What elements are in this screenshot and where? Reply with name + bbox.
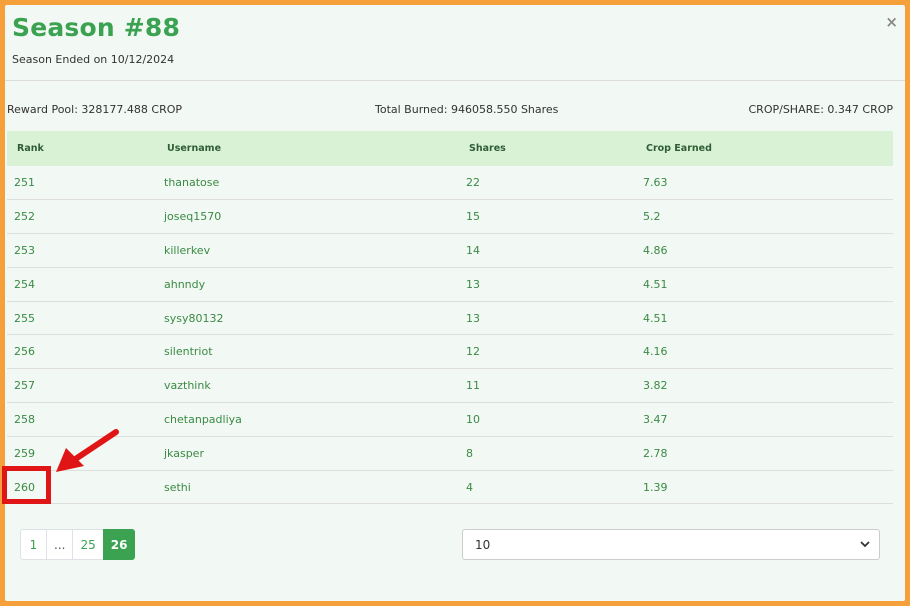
table-row: 258 chetanpadliya 10 3.47 (7, 402, 893, 437)
username-cell: chetanpadliya (157, 402, 459, 437)
shares-cell: 11 (459, 368, 636, 404)
shares-cell: 14 (459, 233, 636, 268)
page-size-value: 10 (475, 537, 491, 552)
username-cell: thanatose (157, 166, 459, 201)
shares-cell: 10 (459, 402, 636, 437)
total-burned: Total Burned: 946058.550 Shares (375, 103, 559, 116)
season-end-date: Season Ended on 10/12/2024 (12, 53, 175, 66)
rank-cell: 256 (7, 334, 157, 370)
crop-per-share: CROP/SHARE: 0.347 CROP (748, 103, 894, 116)
shares-cell: 15 (459, 199, 636, 235)
header-crop-earned[interactable]: Crop Earned (636, 131, 893, 166)
crop-earned-cell: 2.78 (636, 436, 893, 471)
leaderboard-table: Rank Username Shares Crop Earned 251 tha… (7, 131, 893, 505)
page-ellipsis: ... (46, 529, 74, 560)
crop-earned-cell: 3.47 (636, 402, 893, 437)
table-header: Rank Username Shares Crop Earned (7, 131, 893, 166)
table-row: 257 vazthink 11 3.82 (7, 368, 893, 404)
crop-earned-cell: 3.82 (636, 368, 893, 404)
page-title: Season #88 (12, 13, 181, 42)
shares-cell: 12 (459, 334, 636, 370)
chevron-down-icon (860, 541, 870, 548)
table-row: 252 joseq1570 15 5.2 (7, 199, 893, 235)
shares-cell: 13 (459, 301, 636, 336)
table-row: 253 killerkev 14 4.86 (7, 233, 893, 268)
crop-earned-cell: 1.39 (636, 470, 893, 505)
username-cell: sethi (157, 470, 459, 505)
username-cell: killerkev (157, 233, 459, 268)
page-26-button[interactable]: 26 (102, 529, 136, 560)
annotation-arrow-icon (56, 429, 119, 472)
table-row: 254 ahnndy 13 4.51 (7, 267, 893, 302)
table-row: 251 thanatose 22 7.63 (7, 166, 893, 201)
rank-cell: 255 (7, 301, 157, 336)
username-cell: jkasper (157, 436, 459, 471)
username-cell: ahnndy (157, 267, 459, 302)
username-cell: vazthink (157, 368, 459, 404)
reward-pool: Reward Pool: 328177.488 CROP (7, 103, 183, 116)
rank-cell: 253 (7, 233, 157, 268)
header-rank[interactable]: Rank (7, 131, 157, 166)
highlight-box (2, 466, 51, 504)
crop-earned-cell: 7.63 (636, 166, 893, 201)
username-cell: joseq1570 (157, 199, 459, 235)
shares-cell: 13 (459, 267, 636, 302)
crop-earned-cell: 4.51 (636, 301, 893, 336)
season-stats: Reward Pool: 328177.488 CROP Total Burne… (7, 103, 893, 117)
modal-header: Season #88 Season Ended on 10/12/2024 × (5, 5, 905, 81)
page-1-button[interactable]: 1 (20, 529, 47, 560)
crop-earned-cell: 4.86 (636, 233, 893, 268)
shares-cell: 8 (459, 436, 636, 471)
table-row: 259 jkasper 8 2.78 (7, 436, 893, 471)
crop-earned-cell: 4.16 (636, 334, 893, 370)
shares-cell: 4 (459, 470, 636, 505)
header-username[interactable]: Username (157, 131, 459, 166)
table-row: 256 silentriot 12 4.16 (7, 334, 893, 370)
page-25-button[interactable]: 25 (72, 529, 104, 560)
username-cell: sysy80132 (157, 301, 459, 336)
crop-earned-cell: 4.51 (636, 267, 893, 302)
page-size-select[interactable]: 10 (462, 529, 880, 560)
rank-cell: 252 (7, 199, 157, 235)
username-cell: silentriot (157, 334, 459, 370)
table-row: 260 sethi 4 1.39 (7, 470, 893, 505)
close-icon[interactable]: × (885, 15, 898, 30)
rank-cell: 251 (7, 166, 157, 201)
pagination: 1 ... 25 26 (20, 529, 136, 560)
rank-cell: 254 (7, 267, 157, 302)
rank-cell: 257 (7, 368, 157, 404)
header-shares[interactable]: Shares (459, 131, 636, 166)
shares-cell: 22 (459, 166, 636, 201)
table-row: 255 sysy80132 13 4.51 (7, 301, 893, 336)
crop-earned-cell: 5.2 (636, 199, 893, 235)
